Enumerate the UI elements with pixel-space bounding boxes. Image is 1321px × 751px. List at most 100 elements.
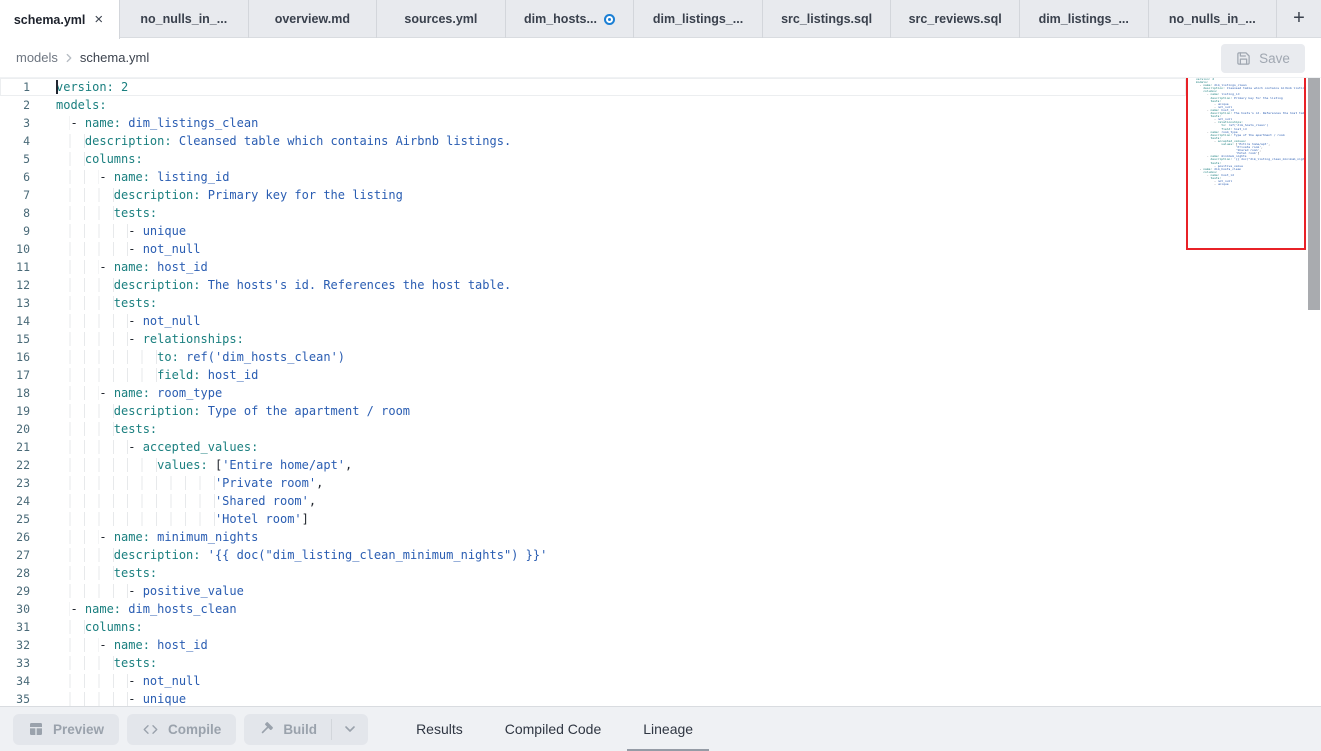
build-options-button[interactable]	[332, 714, 368, 745]
file-tab-label: dim_hosts...	[524, 12, 597, 26]
text-cursor	[56, 80, 58, 94]
table-icon	[28, 721, 44, 737]
code-line-29: 29 - positive_value	[0, 582, 1186, 600]
file-tab-src-reviews-sql[interactable]: src_reviews.sql	[891, 0, 1020, 38]
file-tab-bar: schema.yml × no_nulls_in_... overview.md sou…	[0, 0, 1321, 38]
line-number: 10	[0, 240, 30, 258]
save-icon	[1236, 51, 1251, 66]
tab-results[interactable]: Results	[400, 707, 479, 751]
unsaved-changes-icon	[604, 14, 615, 25]
code-line-20: 20 tests:	[0, 420, 1186, 438]
line-number: 17	[0, 366, 30, 384]
file-tab-label: sources.yml	[404, 12, 477, 26]
hammer-icon	[258, 721, 274, 737]
line-number: 30	[0, 600, 30, 618]
code-line-3: 3 - name: dim_listings_clean	[0, 114, 1186, 132]
code-line-28: 28 tests:	[0, 564, 1186, 582]
line-number: 14	[0, 312, 30, 330]
minimap[interactable]: version: 2models: - name: dim_listings_c…	[1192, 78, 1304, 186]
line-number: 2	[0, 96, 30, 114]
code-line-9: 9 - unique	[0, 222, 1186, 240]
line-number: 31	[0, 618, 30, 636]
file-tab-label: src_listings.sql	[781, 12, 872, 26]
file-tab-label: dim_listings_...	[653, 12, 743, 26]
file-tabs: schema.yml × no_nulls_in_... overview.md sou…	[0, 0, 1277, 37]
new-tab-button[interactable]: +	[1277, 0, 1321, 37]
line-number: 8	[0, 204, 30, 222]
ide-window: schema.yml × no_nulls_in_... overview.md sou…	[0, 0, 1321, 751]
code-line-23: 23 'Private room',	[0, 474, 1186, 492]
file-tab-no-nulls-in[interactable]: no_nulls_in_...	[1149, 0, 1278, 38]
line-number: 35	[0, 690, 30, 706]
file-tab-dim-listings[interactable]: dim_listings_...	[1020, 0, 1149, 38]
line-number: 7	[0, 186, 30, 204]
bottom-action-bar: Preview Compile Buil	[0, 706, 1321, 751]
line-number: 26	[0, 528, 30, 546]
file-tab-label: overview.md	[275, 12, 350, 26]
code-editor[interactable]: 1version: 22models:3 - name: dim_listing…	[0, 78, 1321, 706]
line-number: 20	[0, 420, 30, 438]
line-number: 4	[0, 132, 30, 150]
line-number: 5	[0, 150, 30, 168]
line-number: 32	[0, 636, 30, 654]
line-number: 19	[0, 402, 30, 420]
results-panel-tabs: Results Compiled Code Lineage	[400, 707, 709, 751]
code-line-30: 30 - name: dim_hosts_clean	[0, 600, 1186, 618]
line-number: 9	[0, 222, 30, 240]
compile-button[interactable]: Compile	[127, 714, 236, 745]
line-number: 12	[0, 276, 30, 294]
code-line-14: 14 - not_null	[0, 312, 1186, 330]
file-tab-dim-listings[interactable]: dim_listings_...	[634, 0, 763, 38]
code-line-5: 5 columns:	[0, 150, 1186, 168]
code-line-25: 25 'Hotel room']	[0, 510, 1186, 528]
file-tab-label: src_reviews.sql	[909, 12, 1002, 26]
file-tab-label: schema.yml	[14, 13, 86, 27]
tab-compiled-code[interactable]: Compiled Code	[489, 707, 618, 751]
code-line-13: 13 tests:	[0, 294, 1186, 312]
breadcrumb-folder[interactable]: models	[16, 50, 58, 65]
tab-lineage[interactable]: Lineage	[627, 707, 709, 751]
line-number: 22	[0, 456, 30, 474]
compile-button-label: Compile	[168, 722, 221, 737]
save-button[interactable]: Save	[1221, 44, 1305, 73]
code-line-16: 16 to: ref('dim_hosts_clean')	[0, 348, 1186, 366]
code-line-11: 11 - name: host_id	[0, 258, 1186, 276]
code-line-19: 19 description: Type of the apartment / …	[0, 402, 1186, 420]
line-number: 23	[0, 474, 30, 492]
line-number: 11	[0, 258, 30, 276]
code-line-33: 33 tests:	[0, 654, 1186, 672]
file-tab-src-listings-sql[interactable]: src_listings.sql	[763, 0, 892, 38]
preview-button[interactable]: Preview	[13, 714, 119, 745]
vertical-scrollbar-thumb[interactable]	[1308, 78, 1320, 310]
close-icon[interactable]: ×	[92, 12, 105, 27]
file-tab-schema-yml[interactable]: schema.yml ×	[0, 0, 120, 39]
build-split-button: Build	[244, 714, 368, 745]
line-number: 27	[0, 546, 30, 564]
line-number: 18	[0, 384, 30, 402]
code-line-4: 4 description: Cleansed table which cont…	[0, 132, 1186, 150]
code-line-1: 1version: 2	[0, 78, 1186, 96]
line-number: 34	[0, 672, 30, 690]
file-tab-label: dim_listings_...	[1039, 12, 1129, 26]
code-line-35: 35 - unique	[0, 690, 1186, 706]
code-line-10: 10 - not_null	[0, 240, 1186, 258]
breadcrumb-bar: models schema.yml Save	[0, 38, 1321, 78]
file-tab-dim-hosts[interactable]: dim_hosts...	[506, 0, 635, 38]
build-button-label: Build	[283, 722, 317, 737]
line-number: 6	[0, 168, 30, 186]
file-tab-label: no_nulls_in_...	[1169, 12, 1256, 26]
code-line-8: 8 tests:	[0, 204, 1186, 222]
code-line-7: 7 description: Primary key for the listi…	[0, 186, 1186, 204]
file-tab-overview-md[interactable]: overview.md	[249, 0, 378, 38]
build-button[interactable]: Build	[244, 714, 331, 745]
line-number: 21	[0, 438, 30, 456]
code-line-15: 15 - relationships:	[0, 330, 1186, 348]
file-tab-no-nulls-in[interactable]: no_nulls_in_...	[120, 0, 249, 38]
line-number: 24	[0, 492, 30, 510]
preview-button-label: Preview	[53, 722, 104, 737]
chevron-down-icon	[342, 721, 358, 737]
code-line-34: 34 - not_null	[0, 672, 1186, 690]
code-line-17: 17 field: host_id	[0, 366, 1186, 384]
code-line-12: 12 description: The hosts's id. Referenc…	[0, 276, 1186, 294]
file-tab-sources-yml[interactable]: sources.yml	[377, 0, 506, 38]
